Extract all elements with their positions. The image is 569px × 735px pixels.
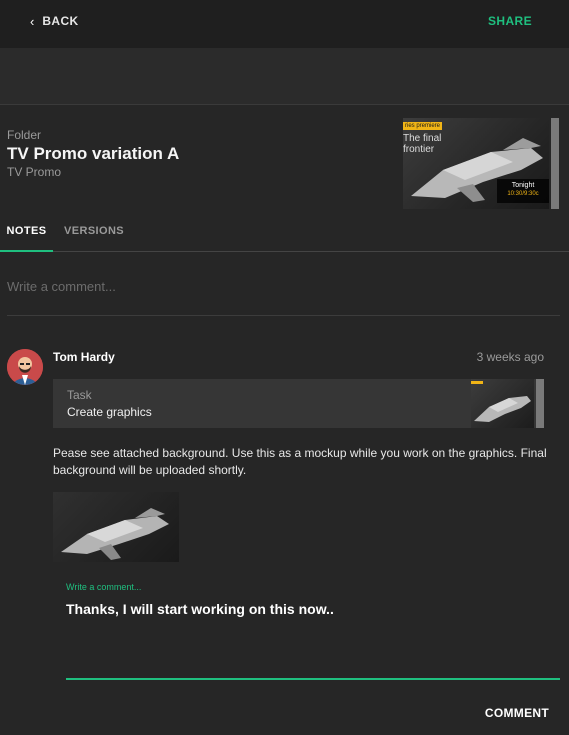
showtime-box: Tonight 10:30/9:30c [497, 179, 549, 203]
parent-folder-name: TV Promo [7, 165, 62, 179]
asset-title: TV Promo variation A [7, 144, 180, 163]
tab-bar: NOTES VERSIONS [0, 218, 569, 252]
task-thumbnail-strip [536, 379, 544, 428]
task-thumbnail [471, 379, 534, 428]
spaceship-image [474, 396, 531, 422]
thumbnail-caption-line2: frontier [403, 144, 435, 155]
task-label: Task [67, 388, 92, 402]
tab-versions[interactable]: VERSIONS [64, 218, 124, 252]
tab-notes[interactable]: NOTES [0, 218, 53, 252]
note-body: Pease see attached background. Use this … [53, 446, 547, 477]
back-label: BACK [42, 14, 79, 28]
asset-thumbnail[interactable]: ries premiere The final frontier Tonight… [403, 118, 549, 209]
note-author: Tom Hardy [53, 350, 115, 364]
back-button[interactable]: ‹ BACK [30, 12, 79, 30]
task-name: Create graphics [67, 405, 152, 419]
avatar [7, 349, 43, 385]
thumbnail-caption-line1: The final [403, 133, 442, 144]
task-card[interactable]: Task Create graphics [53, 379, 544, 428]
user-avatar-icon [7, 349, 43, 385]
sub-toolbar [0, 48, 569, 105]
reply-label: Write a comment... [66, 582, 142, 592]
top-bar: ‹ BACK SHARE [0, 0, 569, 48]
comment-input[interactable] [7, 272, 560, 316]
reply-input-text[interactable]: Thanks, I will start working on this now… [66, 601, 334, 617]
comment-button[interactable]: COMMENT [485, 706, 549, 720]
mini-premiere-badge [471, 381, 483, 384]
attachment-image[interactable] [53, 492, 179, 562]
spaceship-image [61, 508, 169, 560]
premiere-badge: ries premiere [403, 122, 443, 130]
share-button[interactable]: SHARE [488, 14, 532, 28]
folder-label: Folder [7, 128, 42, 142]
showtime-text: 10:30/9:30c [507, 191, 539, 197]
note-timestamp: 3 weeks ago [476, 350, 544, 364]
thumbnail-scroll-strip [551, 118, 559, 209]
reply-input-underline [66, 678, 560, 680]
asset-info: Folder TV Promo variation A TV Promo [7, 128, 179, 179]
tonight-text: Tonight [511, 182, 535, 189]
chevron-left-icon: ‹ [30, 13, 35, 29]
